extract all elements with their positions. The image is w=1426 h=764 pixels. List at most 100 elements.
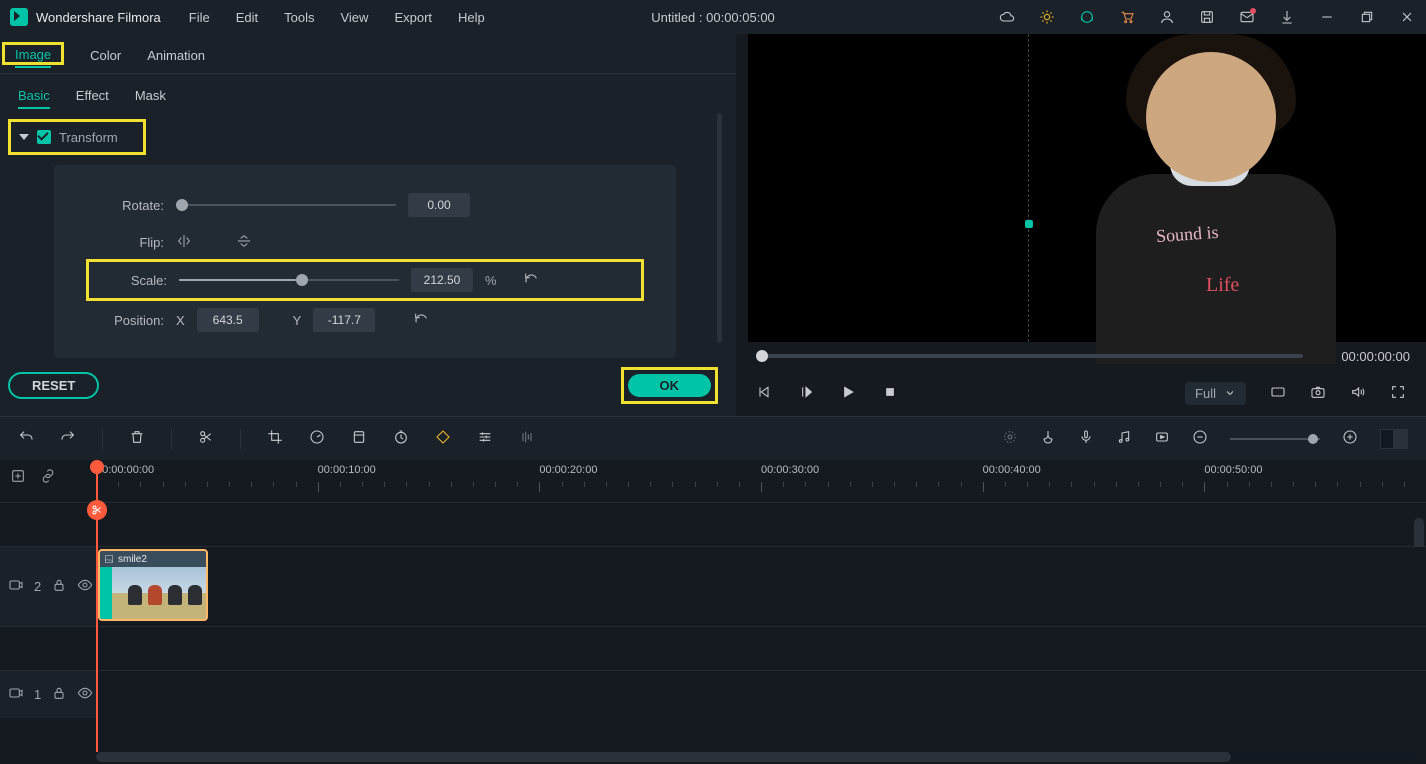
inspector-secondary-tabs: Basic Effect Mask — [0, 74, 736, 113]
window-restore-icon[interactable] — [1358, 8, 1376, 26]
position-reset-icon[interactable] — [413, 311, 429, 330]
window-close-icon[interactable] — [1398, 8, 1416, 26]
redo-icon[interactable] — [60, 429, 76, 448]
highlight-box: Scale: 212.50 % — [86, 259, 644, 301]
tab-animation[interactable]: Animation — [147, 44, 205, 67]
timeline-horizontal-scrollbar[interactable] — [96, 752, 1416, 762]
menu-tools[interactable]: Tools — [284, 10, 314, 25]
position-x-value[interactable]: 643.5 — [197, 308, 259, 332]
track-link-icon[interactable] — [40, 468, 56, 487]
flip-vertical-icon[interactable] — [236, 233, 252, 252]
clip-name: smile2 — [118, 554, 147, 565]
playhead-split-icon[interactable] — [87, 500, 107, 520]
stop-icon[interactable] — [882, 384, 898, 403]
menu-export[interactable]: Export — [394, 10, 432, 25]
track-lock-icon[interactable] — [51, 577, 67, 596]
tab-basic[interactable]: Basic — [18, 84, 50, 109]
audio-sync-icon[interactable] — [1116, 429, 1132, 448]
position-label: Position: — [94, 313, 164, 328]
render-icon[interactable] — [1154, 429, 1170, 448]
message-icon[interactable] — [1238, 8, 1256, 26]
track-visibility-icon[interactable] — [77, 685, 93, 704]
position-y-value[interactable]: -117.7 — [313, 308, 375, 332]
app-logo-icon — [10, 8, 28, 26]
timeline: 00:00:00:0000:00:10:0000:00:20:0000:00:3… — [0, 460, 1426, 764]
tab-effect[interactable]: Effect — [76, 84, 109, 109]
snapshot-icon[interactable] — [1310, 384, 1326, 403]
cart-icon[interactable] — [1118, 8, 1136, 26]
save-icon[interactable] — [1198, 8, 1216, 26]
tab-color[interactable]: Color — [90, 44, 121, 67]
playback-controls: Full — [736, 370, 1426, 416]
scale-value[interactable]: 212.50 — [411, 268, 473, 292]
timeline-clip[interactable]: smile2 — [98, 549, 208, 621]
marker-icon[interactable] — [1040, 429, 1056, 448]
video-track-2: 2 smile2 — [0, 546, 1426, 626]
preview-scrubber[interactable] — [756, 354, 1303, 358]
track-visibility-icon[interactable] — [77, 577, 93, 596]
anchor-icon[interactable] — [1025, 220, 1033, 228]
zoom-in-icon[interactable] — [1342, 429, 1358, 448]
tab-image[interactable]: Image — [15, 43, 51, 68]
menu-file[interactable]: File — [189, 10, 210, 25]
ruler-label: 00:00:50:00 — [1204, 464, 1262, 476]
transform-section-header[interactable]: Transform — [8, 119, 146, 155]
tab-mask[interactable]: Mask — [135, 84, 166, 109]
rotate-value[interactable]: 0.00 — [408, 193, 470, 217]
menu-view[interactable]: View — [340, 10, 368, 25]
speed-icon[interactable] — [309, 429, 325, 448]
download-icon[interactable] — [1278, 8, 1296, 26]
rotate-slider[interactable] — [176, 204, 396, 206]
track-lane[interactable] — [96, 671, 1426, 718]
step-back-icon[interactable] — [756, 384, 772, 403]
reset-button[interactable]: RESET — [8, 372, 99, 399]
voiceover-icon[interactable] — [1078, 429, 1094, 448]
split-icon[interactable] — [198, 429, 214, 448]
adjust-icon[interactable] — [477, 429, 493, 448]
menu-edit[interactable]: Edit — [236, 10, 258, 25]
timeline-toolbar — [0, 416, 1426, 460]
zoom-slider[interactable] — [1230, 438, 1320, 440]
ok-button[interactable]: OK — [628, 374, 712, 397]
crop-icon[interactable] — [267, 429, 283, 448]
scale-reset-icon[interactable] — [523, 271, 539, 290]
delete-icon[interactable] — [129, 429, 145, 448]
track-video-icon — [8, 685, 24, 704]
undo-icon[interactable] — [18, 429, 34, 448]
menu-help[interactable]: Help — [458, 10, 485, 25]
color-match-icon[interactable] — [351, 429, 367, 448]
support-icon[interactable] — [1078, 8, 1096, 26]
document-title: Untitled : 00:00:05:00 — [651, 10, 775, 25]
volume-icon[interactable] — [1350, 384, 1366, 403]
window-minimize-icon[interactable] — [1318, 8, 1336, 26]
flip-horizontal-icon[interactable] — [176, 233, 192, 252]
video-track-1: 1 — [0, 670, 1426, 718]
play-icon[interactable] — [840, 384, 856, 403]
transform-checkbox[interactable] — [37, 130, 51, 144]
playhead[interactable] — [96, 460, 98, 752]
account-icon[interactable] — [1158, 8, 1176, 26]
play-pause-icon[interactable] — [798, 384, 814, 403]
panel-scrollbar[interactable] — [717, 113, 722, 343]
idea-icon[interactable] — [1038, 8, 1056, 26]
preview-canvas[interactable]: Sound is Life — [748, 34, 1426, 342]
marker-gear-icon[interactable] — [1002, 429, 1018, 448]
scale-slider[interactable] — [179, 279, 399, 281]
keyframe-icon[interactable] — [435, 429, 451, 448]
audio-mix-icon[interactable] — [519, 429, 535, 448]
add-track-icon[interactable] — [10, 468, 26, 487]
cloud-icon[interactable] — [998, 8, 1016, 26]
fullscreen-icon[interactable] — [1390, 384, 1406, 403]
duration-icon[interactable] — [393, 429, 409, 448]
preview-view-select[interactable]: Full — [1185, 382, 1246, 405]
zoom-out-icon[interactable] — [1192, 429, 1208, 448]
timeline-view-toggle[interactable] — [1380, 429, 1408, 449]
clip-effect-badge — [100, 567, 112, 621]
app-title: Wondershare Filmora — [36, 10, 161, 25]
chevron-down-icon — [1224, 387, 1236, 399]
highlight-box: OK — [621, 367, 719, 404]
preview-quality-icon[interactable] — [1270, 384, 1286, 403]
track-lock-icon[interactable] — [51, 685, 67, 704]
time-ruler[interactable]: 00:00:00:0000:00:10:0000:00:20:0000:00:3… — [96, 460, 1426, 502]
track-lane[interactable]: smile2 — [96, 547, 1426, 626]
